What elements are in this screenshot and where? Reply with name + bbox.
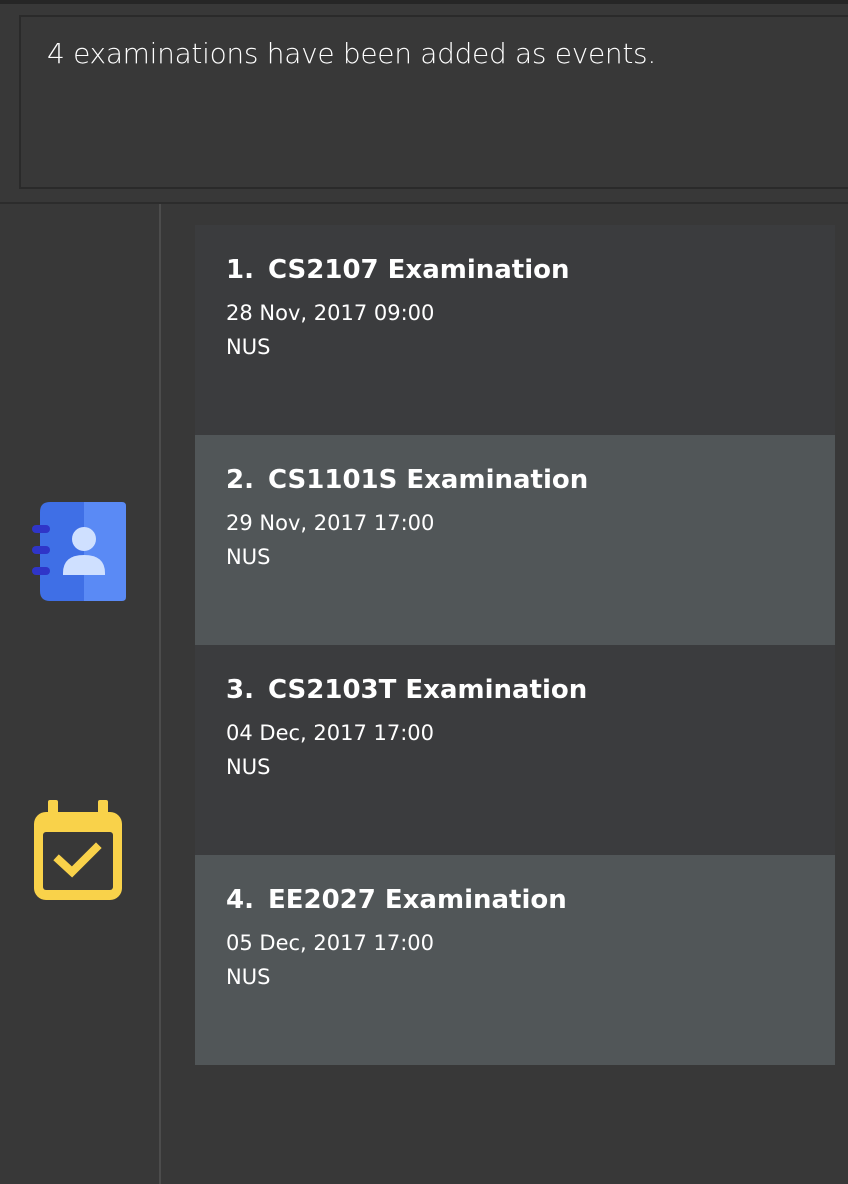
event-venue: NUS	[226, 545, 271, 569]
event-index: 4.	[226, 885, 254, 915]
event-index: 2.	[226, 465, 254, 495]
event-index: 3.	[226, 675, 254, 705]
event-title-row: 3. CS2103T Examination	[226, 675, 587, 705]
event-venue: NUS	[226, 755, 271, 779]
calendar-check-icon	[34, 800, 122, 900]
event-venue: NUS	[226, 965, 271, 989]
event-datetime: 29 Nov, 2017 17:00	[226, 511, 435, 535]
event-title: CS2107 Examination	[267, 255, 570, 285]
result-display[interactable]: 4 examinations have been added as events…	[19, 15, 848, 189]
top-border	[0, 0, 848, 4]
event-title: CS1101S Examination	[267, 465, 589, 495]
event-title-row: 4. EE2027 Examination	[226, 885, 567, 915]
event-title: EE2027 Examination	[267, 885, 567, 915]
event-datetime: 05 Dec, 2017 17:00	[226, 931, 435, 955]
event-datetime: 28 Nov, 2017 09:00	[226, 301, 435, 325]
event-title-row: 2. CS1101S Examination	[226, 465, 588, 495]
event-list[interactable]: 1. CS2107 Examination 28 Nov, 2017 09:00 …	[195, 225, 835, 1065]
event-venue: NUS	[226, 335, 271, 359]
event-card[interactable]: 2. CS1101S Examination 29 Nov, 2017 17:00…	[195, 435, 835, 645]
event-card[interactable]: 4. EE2027 Examination 05 Dec, 2017 17:00 …	[195, 855, 835, 1065]
address-book-icon	[32, 502, 126, 601]
event-index: 1.	[226, 255, 254, 285]
horizontal-divider	[0, 202, 848, 204]
result-message: 4 examinations have been added as events…	[47, 37, 656, 70]
event-datetime: 04 Dec, 2017 17:00	[226, 721, 435, 745]
sidebar-divider	[159, 204, 161, 1184]
sidebar-item-contacts[interactable]	[30, 500, 128, 602]
event-title: CS2103T Examination	[267, 675, 588, 705]
sidebar-item-calendar[interactable]	[30, 800, 126, 902]
event-title-row: 1. CS2107 Examination	[226, 255, 570, 285]
event-card[interactable]: 3. CS2103T Examination 04 Dec, 2017 17:00…	[195, 645, 835, 855]
event-card[interactable]: 1. CS2107 Examination 28 Nov, 2017 09:00 …	[195, 225, 835, 435]
